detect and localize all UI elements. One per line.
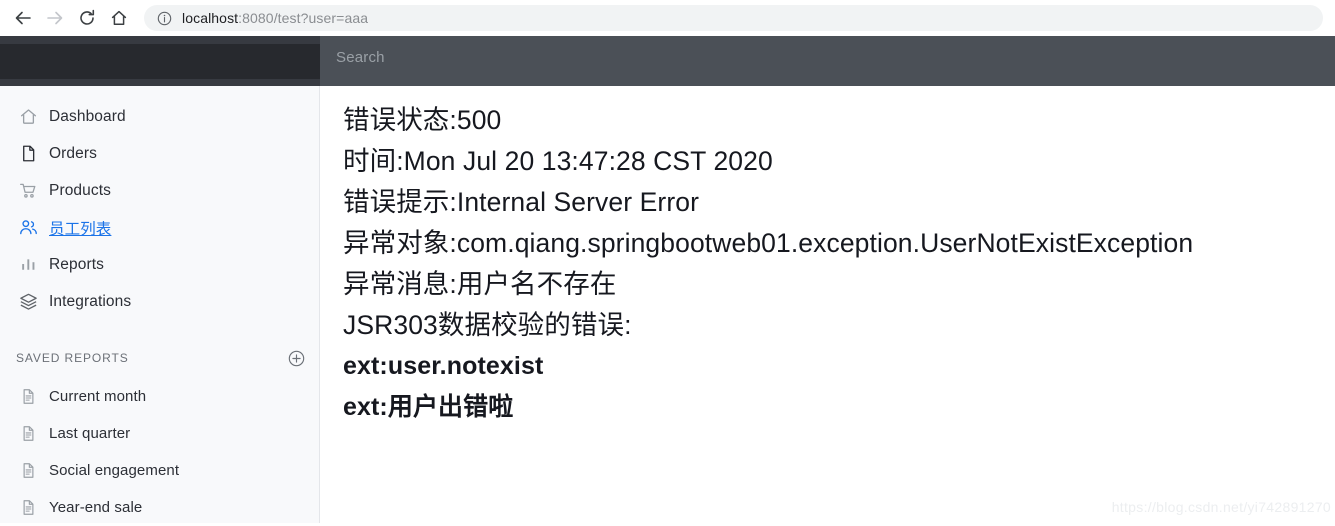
people-icon <box>16 216 40 240</box>
list-item[interactable]: Last quarter <box>0 415 319 452</box>
watermark: https://blog.csdn.net/yi742891270 <box>1111 499 1331 515</box>
home-icon <box>16 105 40 129</box>
list-item-label: Social engagement <box>49 462 180 479</box>
layers-icon <box>16 290 40 314</box>
brand-block-inner <box>0 44 320 79</box>
list-item[interactable]: Current month <box>0 378 319 415</box>
back-arrow-icon <box>13 8 33 28</box>
error-line-jsr303-header: JSR303数据校验的错误: <box>343 310 632 340</box>
error-line-exception-message: 异常消息:用户名不存在 <box>343 269 617 299</box>
search-input[interactable]: Search <box>336 49 385 66</box>
sidebar-item-label: Reports <box>49 255 104 273</box>
browser-toolbar: localhost:8080/test?user=aaa <box>0 0 1335 36</box>
sidebar: Dashboard Orders Products 员工列表 Reports I… <box>0 86 320 523</box>
report-file-icon <box>17 423 39 445</box>
report-file-icon <box>17 460 39 482</box>
sidebar-item-integrations[interactable]: Integrations <box>0 283 319 320</box>
list-item-label: Current month <box>49 388 147 405</box>
home-button[interactable] <box>104 3 134 33</box>
saved-reports-list: Current month Last quarter Social engage… <box>0 372 319 526</box>
sidebar-item-label: 员工列表 <box>49 220 112 238</box>
url-path: :8080/test?user=aaa <box>238 10 369 26</box>
brand-block <box>0 36 320 86</box>
app-header: Search <box>0 36 1335 86</box>
sidebar-item-employee-list[interactable]: 员工列表 <box>0 209 319 246</box>
error-line-ext-message: ext:用户出错啦 <box>343 393 514 421</box>
shopping-cart-icon <box>16 179 40 203</box>
main-content: 错误状态:500 时间:Mon Jul 20 13:47:28 CST 2020… <box>321 86 1335 523</box>
forward-arrow-icon <box>45 8 65 28</box>
sidebar-item-products[interactable]: Products <box>0 172 319 209</box>
sidebar-item-label: Orders <box>49 144 97 162</box>
document-icon <box>16 142 40 166</box>
reload-icon <box>77 8 97 28</box>
forward-button[interactable] <box>40 3 70 33</box>
sidebar-item-label: Integrations <box>49 292 132 310</box>
error-line-message: 错误提示:Internal Server Error <box>343 187 700 217</box>
site-info-icon[interactable] <box>156 10 172 26</box>
error-line-timestamp: 时间:Mon Jul 20 13:47:28 CST 2020 <box>343 146 773 176</box>
report-file-icon <box>17 386 39 408</box>
house-icon <box>109 8 129 28</box>
error-line-exception-object: 异常对象:com.qiang.springbootweb01.exception… <box>343 228 1194 258</box>
error-line-status: 错误状态:500 <box>343 105 502 135</box>
back-button[interactable] <box>8 3 38 33</box>
plus-circle-icon[interactable] <box>287 349 305 367</box>
bar-chart-icon <box>16 253 40 277</box>
sidebar-item-dashboard[interactable]: Dashboard <box>0 98 319 135</box>
list-item-label: Year-end sale <box>49 499 143 516</box>
saved-reports-header: SAVED REPORTS <box>0 344 319 372</box>
sidebar-item-label: Products <box>49 181 111 199</box>
url-text: localhost:8080/test?user=aaa <box>182 10 368 26</box>
error-line-ext-code: ext:user.notexist <box>343 352 544 380</box>
header-bar: Search <box>320 36 1335 86</box>
error-detail-block: 错误状态:500 时间:Mon Jul 20 13:47:28 CST 2020… <box>343 100 1323 428</box>
address-bar[interactable]: localhost:8080/test?user=aaa <box>144 5 1323 31</box>
sidebar-item-label: Dashboard <box>49 107 126 125</box>
reload-button[interactable] <box>72 3 102 33</box>
list-item[interactable]: Year-end sale <box>0 489 319 526</box>
report-file-icon <box>17 497 39 519</box>
saved-reports-title: SAVED REPORTS <box>16 351 129 365</box>
sidebar-nav-list: Dashboard Orders Products 员工列表 Reports I… <box>0 86 319 320</box>
sidebar-item-reports[interactable]: Reports <box>0 246 319 283</box>
sidebar-item-orders[interactable]: Orders <box>0 135 319 172</box>
url-host: localhost <box>182 10 239 26</box>
list-item-label: Last quarter <box>49 425 131 442</box>
list-item[interactable]: Social engagement <box>0 452 319 489</box>
